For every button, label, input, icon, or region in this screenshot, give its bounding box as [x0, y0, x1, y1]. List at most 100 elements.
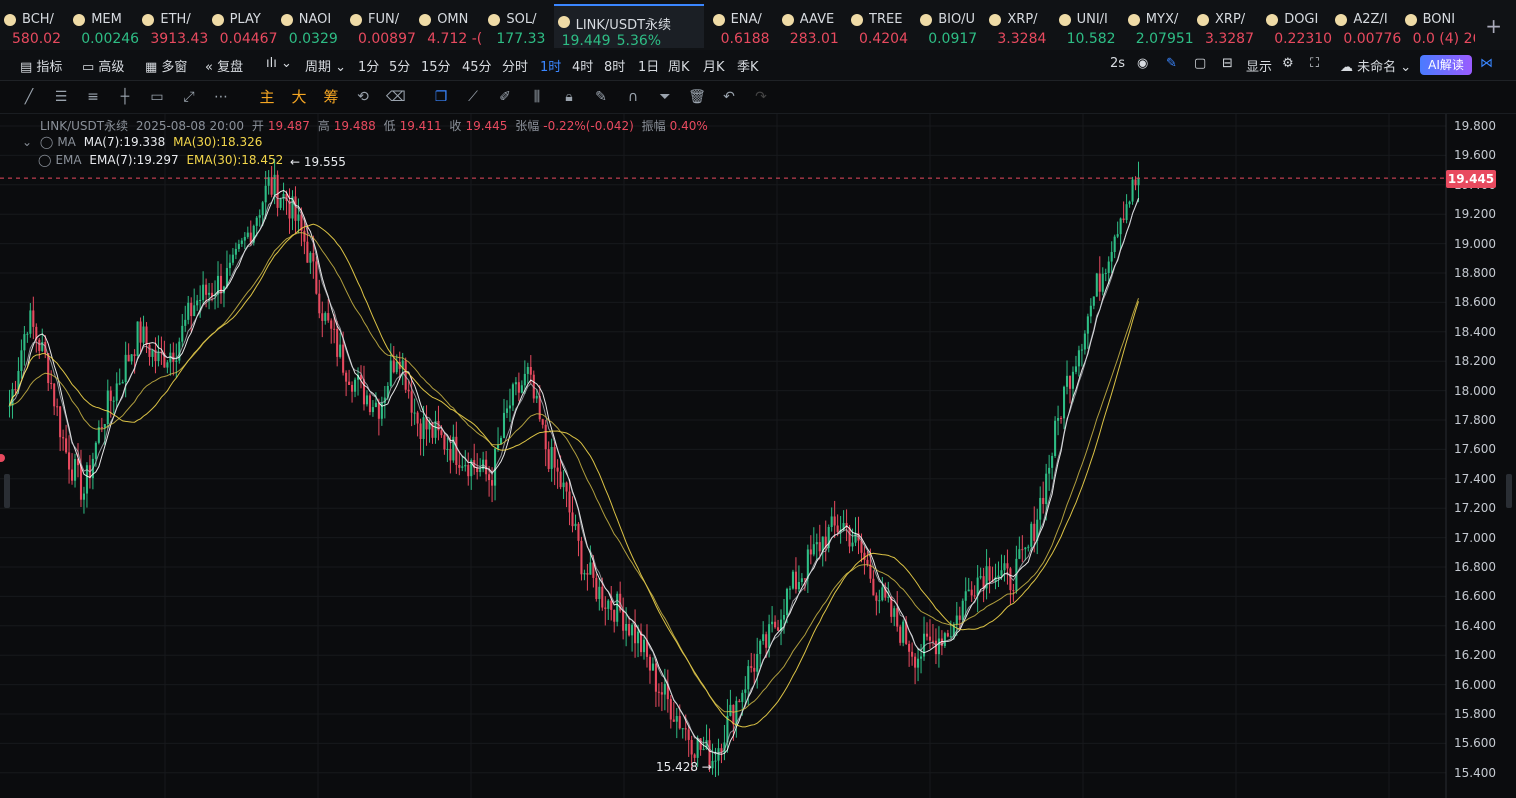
horizontal-line-icon[interactable]: ┼ [116, 88, 134, 106]
eraser-icon[interactable]: ⌫ [386, 88, 406, 106]
tab-symbol[interactable]: OMN 4.712 -( [415, 4, 482, 48]
tab-symbol[interactable]: DOGI 0.22310 [1262, 4, 1332, 48]
amp-value: 0.40% [669, 119, 708, 133]
main-indicator-button[interactable]: 主 [258, 88, 276, 106]
ema-bell-icon[interactable]: ◯ [38, 153, 51, 167]
lock-icon[interactable]: 🔒︎ [560, 88, 578, 106]
interval-10-button[interactable]: 月K [703, 56, 725, 75]
tab-symbol[interactable]: MYX/2.07951 [1124, 4, 1194, 48]
tab-symbol[interactable]: AAVE 283.01 [778, 4, 844, 48]
add-tab-button[interactable]: + [1485, 14, 1502, 38]
layout-icon[interactable]: ⊟ [1222, 56, 1233, 71]
tab-symbol[interactable]: TREE 0.4204 [847, 4, 913, 48]
interval-11-button[interactable]: 季K [737, 56, 759, 75]
interval-9-button[interactable]: 周K [668, 56, 690, 75]
y-axis-tick: 15.800 [1454, 707, 1496, 721]
indicators-button[interactable]: ▤ 指标 [20, 56, 62, 75]
tab-symbol[interactable]: UNI/I 10.582 [1055, 4, 1121, 48]
settings-icon[interactable]: ⚙ [1282, 56, 1294, 71]
refresh-interval[interactable]: 2s [1110, 56, 1125, 71]
edit-icon[interactable]: ✎ [592, 88, 610, 106]
camera-icon[interactable]: ◉ [1137, 56, 1148, 71]
trash-icon[interactable]: 🗑︎ [688, 88, 706, 106]
share-icon[interactable]: ⋈ [1480, 56, 1493, 71]
interval-8-button[interactable]: 1日 [638, 56, 659, 75]
candle-body [586, 573, 589, 575]
interval-7-button[interactable]: 8时 [604, 56, 625, 75]
comment-icon[interactable]: ▢ [1194, 56, 1206, 71]
ruler-icon[interactable]: ⟋ [464, 88, 482, 106]
magnet-icon[interactable]: ∩ [624, 88, 642, 106]
tab-symbol[interactable]: XRP/3.3284 [985, 4, 1051, 48]
candle-body [488, 474, 491, 481]
cloud-save-button[interactable]: ☁ 未命名 ⌄ [1340, 56, 1411, 75]
fib-tool-icon[interactable]: ☰ [52, 88, 70, 106]
tab-symbol[interactable]: XRP/3.3287 [1193, 4, 1259, 48]
interval-0-button[interactable]: 1分 [358, 56, 379, 75]
candle-body [732, 704, 735, 725]
candle-body [794, 571, 797, 590]
display-button[interactable]: 显示 [1246, 56, 1272, 75]
candle-body [544, 424, 547, 450]
period-dropdown[interactable]: 周期 ⌄ [305, 56, 346, 75]
interval-1-button[interactable]: 5分 [389, 56, 410, 75]
candle-body [139, 321, 142, 343]
line-tool-icon[interactable]: ╱ [20, 88, 38, 106]
candle-body [556, 467, 559, 472]
tab-symbol[interactable]: PLAY 0.04467 [208, 4, 278, 48]
interval-2-button[interactable]: 15分 [421, 56, 451, 75]
candle-body [410, 391, 413, 413]
price-chart[interactable]: LINK/USDT永续 2025-08-08 20:00 开 19.487 高 19… [0, 114, 1516, 798]
fullscreen-icon[interactable]: ⛶ [1310, 56, 1319, 71]
filter-icon[interactable]: ⏷ [656, 88, 674, 106]
tab-symbol[interactable]: BONI 0.0 (4) 26 [1401, 4, 1475, 48]
sync-icon[interactable]: ⟲ [354, 88, 372, 106]
ma-toggle-icon[interactable]: ⌄ [22, 135, 32, 149]
advanced-button[interactable]: ▭ 高级 [82, 56, 124, 75]
candle-body [202, 284, 205, 300]
more-tools-icon[interactable]: ⋯ [212, 88, 230, 106]
y-axis-tick: 18.000 [1454, 383, 1496, 398]
interval-4-button[interactable]: 分时 [502, 56, 528, 75]
chip-button[interactable]: 筹 [322, 88, 340, 106]
interval-6-button[interactable]: 4时 [572, 56, 593, 75]
ai-interpret-button[interactable]: AI解读 [1420, 55, 1472, 75]
tab-symbol[interactable]: ETH/3913.43 [138, 4, 208, 48]
ma-bell-icon[interactable]: ◯ [40, 135, 53, 149]
candle-body [681, 728, 684, 730]
tab-symbol[interactable]: BIO/U 0.0917 [916, 4, 982, 48]
rectangle-tool-icon[interactable]: ▭ [148, 88, 166, 106]
tab-symbol[interactable]: ENA/0.6188 [709, 4, 775, 48]
candle-body [121, 381, 124, 384]
brush-icon[interactable]: ✐ [496, 88, 514, 106]
candle-body [422, 417, 425, 439]
tab-symbol[interactable]: A2Z/I 0.00776 [1331, 4, 1401, 48]
interval-3-button[interactable]: 45分 [462, 56, 492, 75]
undo-icon[interactable]: ↶ [720, 88, 738, 106]
tab-symbol[interactable]: NAOI 0.0329 [277, 4, 343, 48]
left-scroll-handle[interactable] [4, 474, 10, 508]
parallel-tool-icon[interactable]: ≡ [84, 88, 102, 106]
chart-type-button[interactable]: ılı ⌄ [266, 56, 292, 71]
interval-5-button[interactable]: 1时 [540, 56, 561, 75]
tab-symbol[interactable]: FUN/0.00897 [346, 4, 416, 48]
tab-symbol[interactable]: SOL/177.33 [484, 4, 550, 48]
copy-icon[interactable]: ❐ [432, 88, 450, 106]
candle-body [100, 427, 103, 429]
tab-symbol[interactable]: BCH/580.02 [0, 4, 66, 48]
ema30-line [9, 232, 1139, 713]
redo-icon[interactable]: ↷ [752, 88, 770, 106]
multi-window-button[interactable]: ▦ 多窗 [145, 56, 187, 75]
arrow-tool-icon[interactable]: ⤢ [180, 88, 198, 106]
tab-symbol[interactable]: MEM 0.00246 [69, 4, 139, 48]
pen-icon[interactable]: ✎ [1166, 56, 1177, 71]
candle-body [228, 262, 231, 269]
candlestick-chart[interactable] [0, 114, 1516, 798]
replay-button[interactable]: « 复盘 [205, 56, 243, 75]
tab-active-symbol[interactable]: LINK/USDT永续 19.449 5.36% [553, 4, 704, 49]
candle-body [976, 577, 979, 596]
coin-icon [851, 14, 863, 26]
right-scroll-handle[interactable] [1506, 474, 1512, 508]
candle-icon[interactable]: ⫼ [528, 88, 546, 106]
big-order-button[interactable]: 大 [290, 88, 308, 106]
